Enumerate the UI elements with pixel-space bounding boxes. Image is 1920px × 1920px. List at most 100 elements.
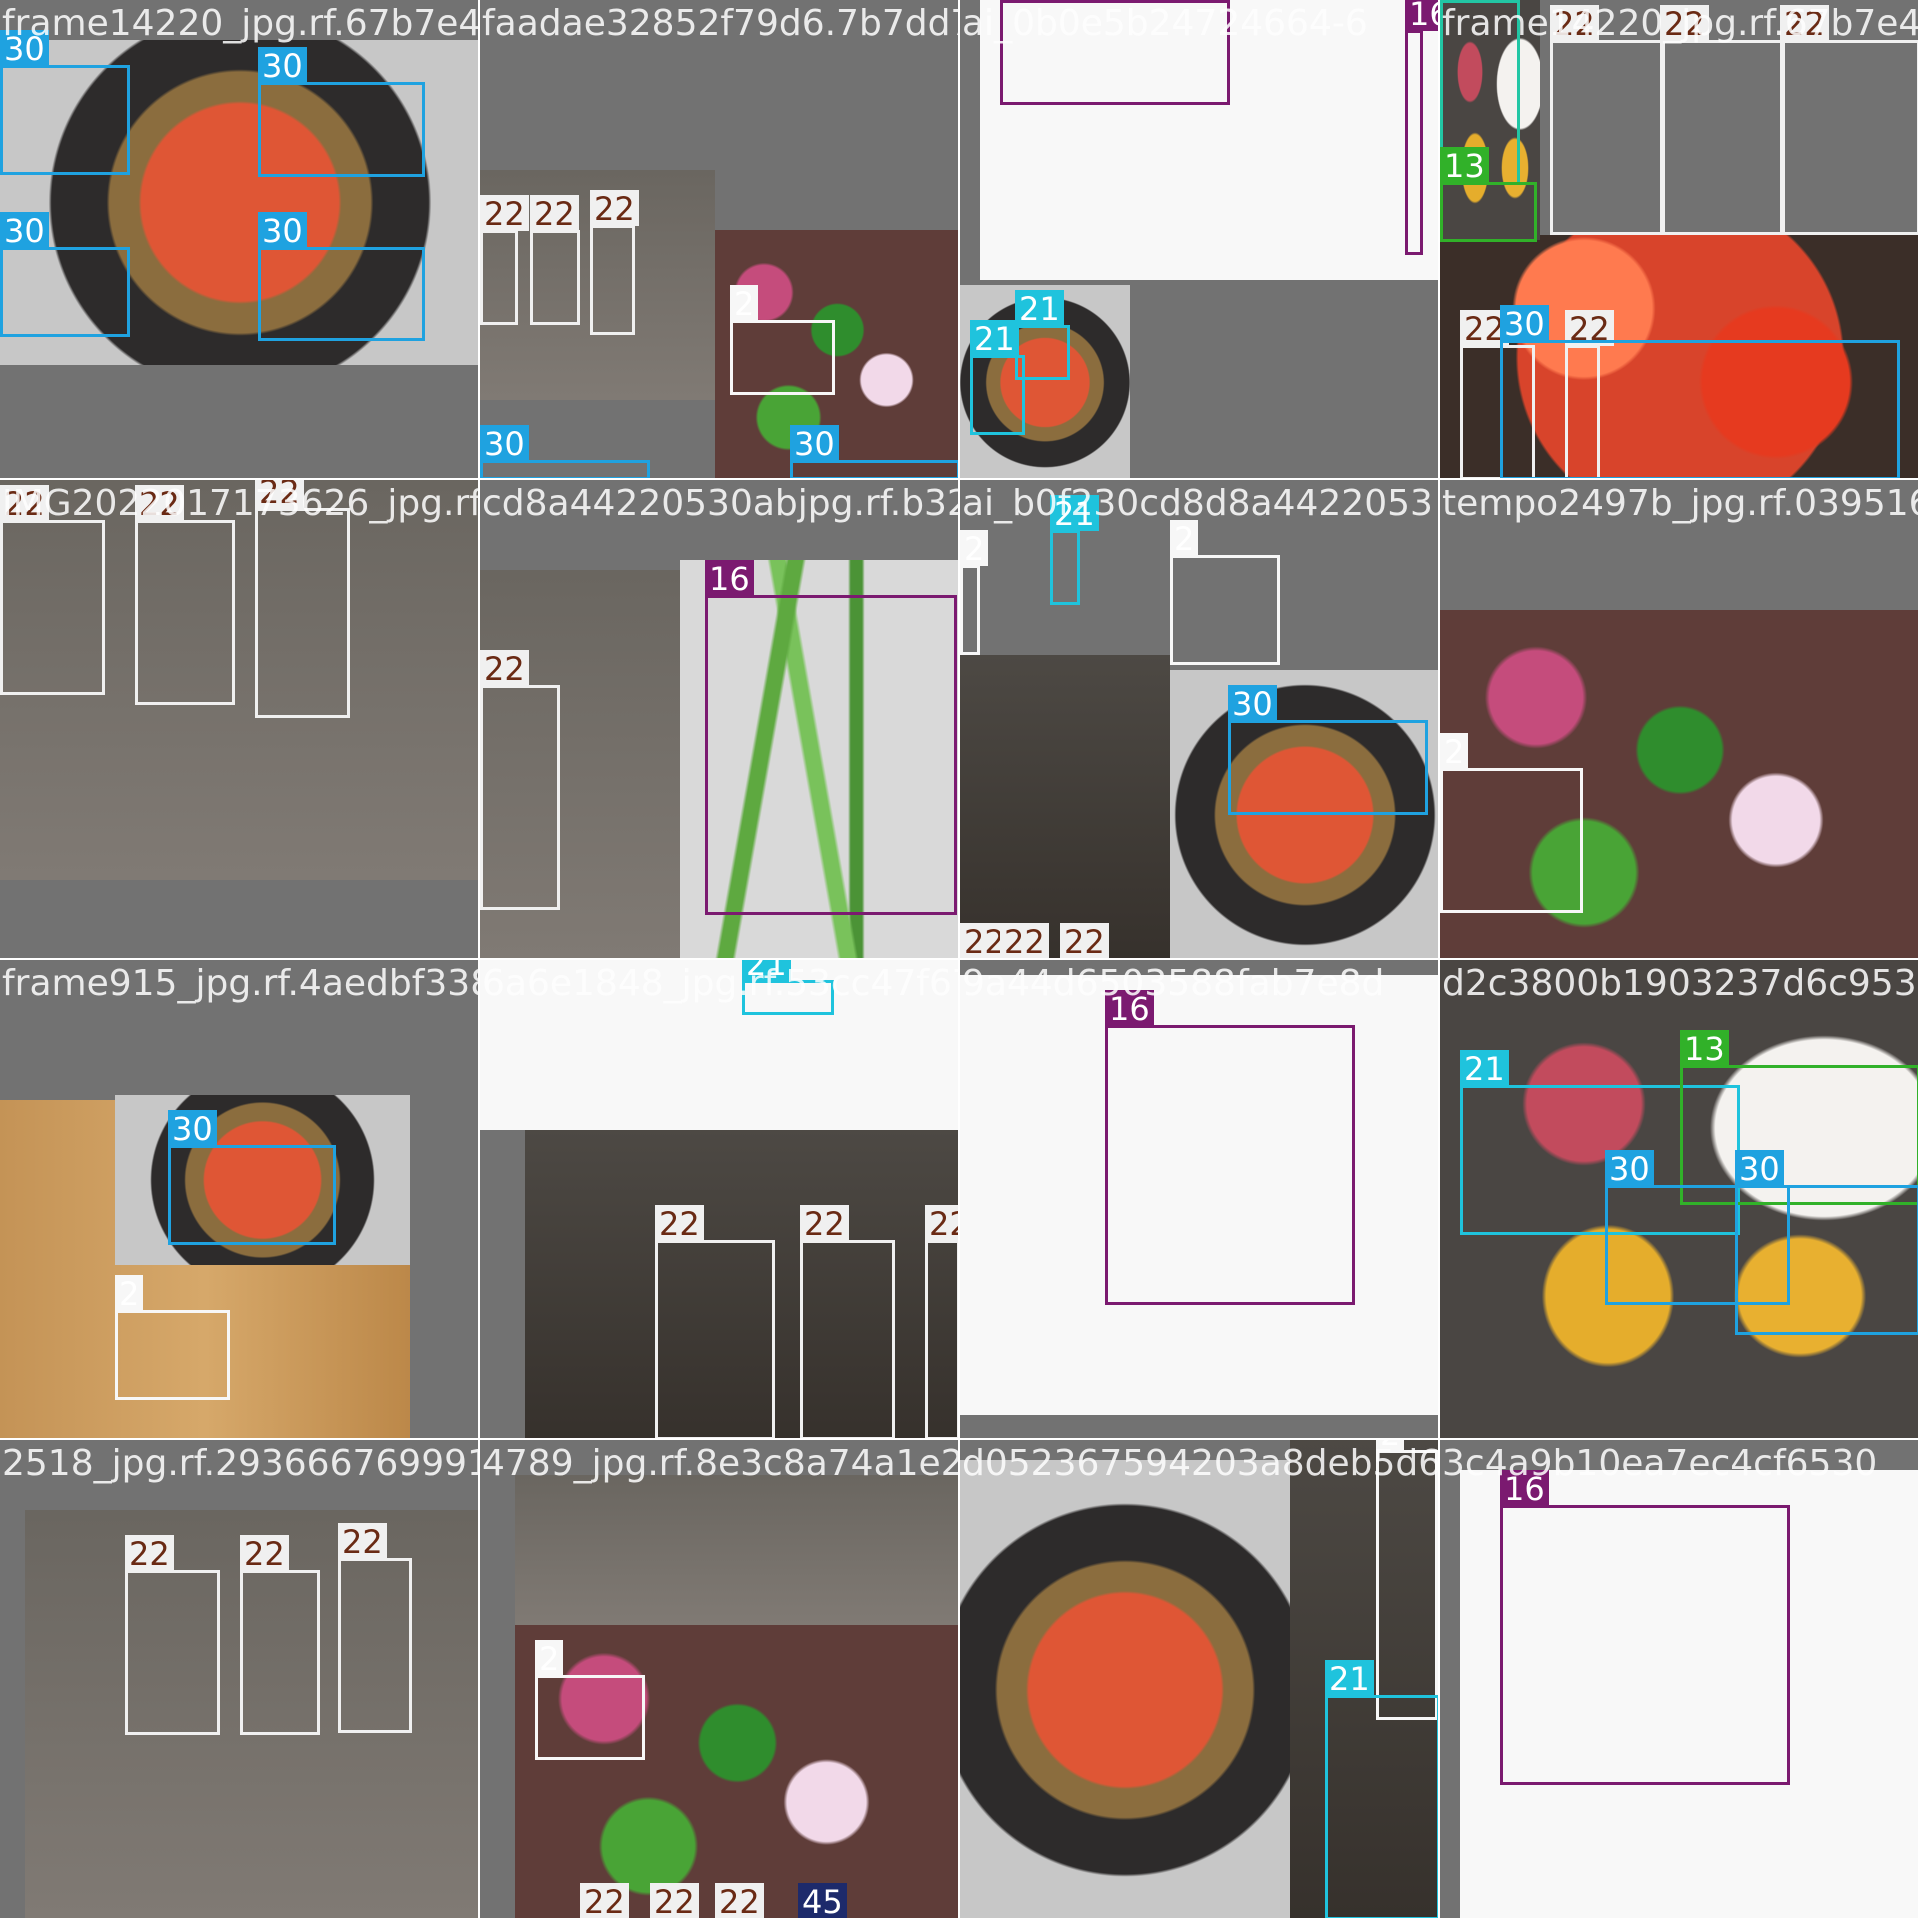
bounding-box-30: 30 — [480, 425, 650, 478]
tile-5: IMG2022017173626_jpg.rf 22 22 22 — [0, 480, 480, 960]
bounding-box-16: 16 — [705, 560, 957, 915]
box-label: 30 — [480, 425, 529, 463]
tile-1: frame14220_jpg.rf.67b7e484 30 30 30 30 — [0, 0, 480, 480]
box-label: 22 — [1000, 923, 1049, 958]
box-label: 16 — [705, 560, 754, 598]
box-label: 22 — [800, 1205, 849, 1243]
tile-title: cd8a44220530abjpg.rf.b327f43 — [482, 483, 958, 524]
box-label: 2 — [535, 1640, 564, 1678]
bounding-box-22: 22 — [480, 650, 560, 910]
box-label: 30 — [0, 30, 49, 68]
bounding-box-22: 22 — [480, 195, 529, 325]
box-label: 30 — [258, 47, 307, 85]
box-label: 30 — [790, 425, 839, 463]
tile-13: 2518_jpg.rf.2936667699910 22 22 22 — [0, 1440, 480, 1920]
box-label: 21 — [1015, 290, 1064, 328]
box-label: 30 — [258, 212, 307, 250]
bounding-box-30: 30 — [0, 212, 130, 337]
bounding-box-30: 30 — [258, 212, 425, 341]
bounding-box-30: 30 — [1228, 685, 1428, 815]
tile-title: faadae32852f79d6.7b7dd75da — [482, 3, 958, 44]
box-label: 2 — [1170, 520, 1199, 558]
box-label: 22 — [1060, 923, 1109, 958]
bounding-box-30: 30 — [1500, 305, 1900, 478]
box-label: 13 — [1440, 147, 1489, 185]
bounding-box-22: 22 — [530, 195, 580, 325]
bounding-box-30: 30 — [1735, 1150, 1918, 1335]
box-label: 22 — [338, 1523, 387, 1561]
bounding-box-22: 22 — [800, 1205, 895, 1438]
bounding-box-16: 16 — [1000, 0, 1230, 105]
box-label: 21 — [970, 320, 1019, 358]
bounding-box-22: 22 — [1660, 5, 1785, 235]
box-label: 22 — [530, 195, 579, 233]
box-label: 22 — [480, 650, 529, 688]
bounding-box-30: 30 — [790, 425, 958, 478]
vegetable-image — [515, 1625, 958, 1918]
box-label: 30 — [1735, 1150, 1784, 1188]
bounding-box-22: 22 — [255, 480, 350, 718]
bounding-box-16: 16 — [1105, 990, 1355, 1305]
box-label: 16 — [1405, 0, 1438, 33]
box-label: 2 — [960, 530, 989, 568]
box-label: 30 — [168, 1110, 217, 1148]
box-label: 22 — [715, 1883, 764, 1918]
tile-14: 4789_jpg.rf.8e3c8a74a1e29b 22 22 22 45 2 — [480, 1440, 960, 1920]
bounding-box-22: 22 — [1780, 5, 1918, 235]
box-label: 30 — [1228, 685, 1277, 723]
box-label: 13 — [1680, 1030, 1729, 1068]
box-label: 22 — [655, 1205, 704, 1243]
box-label: 22 — [580, 1883, 629, 1918]
bounding-box-21: 21 — [742, 960, 834, 1015]
bounding-box-2: 2 — [115, 1275, 230, 1400]
box-label: 22 — [650, 1883, 699, 1918]
bounding-box-16: 16 — [1500, 1470, 1790, 1785]
tile-7: ai_b0f230cd8d8a4422053 2 21 2 22 22 22 30 — [960, 480, 1440, 960]
bounding-box-21: 21 — [970, 320, 1025, 435]
bounding-box-2: 2 — [1440, 733, 1583, 913]
box-label: 2 — [1440, 733, 1469, 771]
pan-image — [960, 1460, 1290, 1918]
box-label: 22 — [0, 485, 49, 523]
bounding-box-22: 22 — [0, 485, 105, 695]
mosaic-grid: frame14220_jpg.rf.67b7e484 30 30 30 30 faada… — [0, 0, 1920, 1920]
box-label: 30 — [0, 212, 49, 250]
tile-16: 3c4a9b10ea7ec4cf6530 16 — [1440, 1440, 1920, 1920]
box-label: 22 — [135, 485, 184, 523]
bounding-box-21: 21 — [1325, 1660, 1438, 1918]
tile-12: d2c3800b1903237d6c9539 21 13 30 30 — [1440, 960, 1920, 1440]
bounding-box-16: 16 — [1405, 0, 1438, 255]
tile-6: cd8a44220530abjpg.rf.b327f43 22 16 — [480, 480, 960, 960]
box-label: 22 — [125, 1535, 174, 1573]
box-label: 2 — [1376, 1440, 1405, 1453]
bounding-box-13: 13 — [1680, 1030, 1918, 1205]
box-label: 30 — [1605, 1150, 1654, 1188]
bounding-box-22: 22 — [240, 1535, 320, 1735]
box-label: 23 — [1440, 0, 1489, 3]
bounding-box-13: 13 — [1440, 147, 1537, 242]
box-label: 16 — [1000, 0, 1049, 3]
bounding-box-22: 22 — [125, 1535, 220, 1735]
meat-image — [515, 1475, 958, 1625]
bounding-box-22: 22 — [338, 1523, 412, 1733]
bounding-box-22: 22 — [135, 485, 235, 705]
box-label: 21 — [1325, 1660, 1374, 1698]
box-label: 45 — [798, 1883, 847, 1918]
box-label: 22 — [255, 480, 304, 511]
tile-2: faadae32852f79d6.7b7dd75da22222223030 — [480, 0, 960, 480]
box-label: 22 — [240, 1535, 289, 1573]
tile-10: 6a6e1848_jpg.rf.53cc47f6721222222 — [480, 960, 960, 1440]
box-label: 22 — [1780, 5, 1829, 43]
tile-4: frame14220_jpg.rf.67b7e48423132222222222… — [1440, 0, 1920, 480]
tile-title: tempo2497b_jpg.rf.0395161e — [1442, 483, 1918, 524]
bright-image — [480, 960, 958, 1130]
bounding-box-22: 22 — [655, 1205, 775, 1438]
bounding-box-22: 22 — [590, 190, 639, 335]
box-label: 30 — [1500, 305, 1549, 343]
tile-15: d052367594203a8deb5d6ffc221 — [960, 1440, 1440, 1920]
box-label: 2 — [730, 285, 759, 323]
box-label: 2 — [115, 1275, 144, 1313]
tile-9: frame915_jpg.rf.4aedbf3389 30 2 — [0, 960, 480, 1440]
bounding-box-2: 2 — [730, 285, 835, 395]
bounding-box-22: 22 — [1550, 5, 1665, 235]
